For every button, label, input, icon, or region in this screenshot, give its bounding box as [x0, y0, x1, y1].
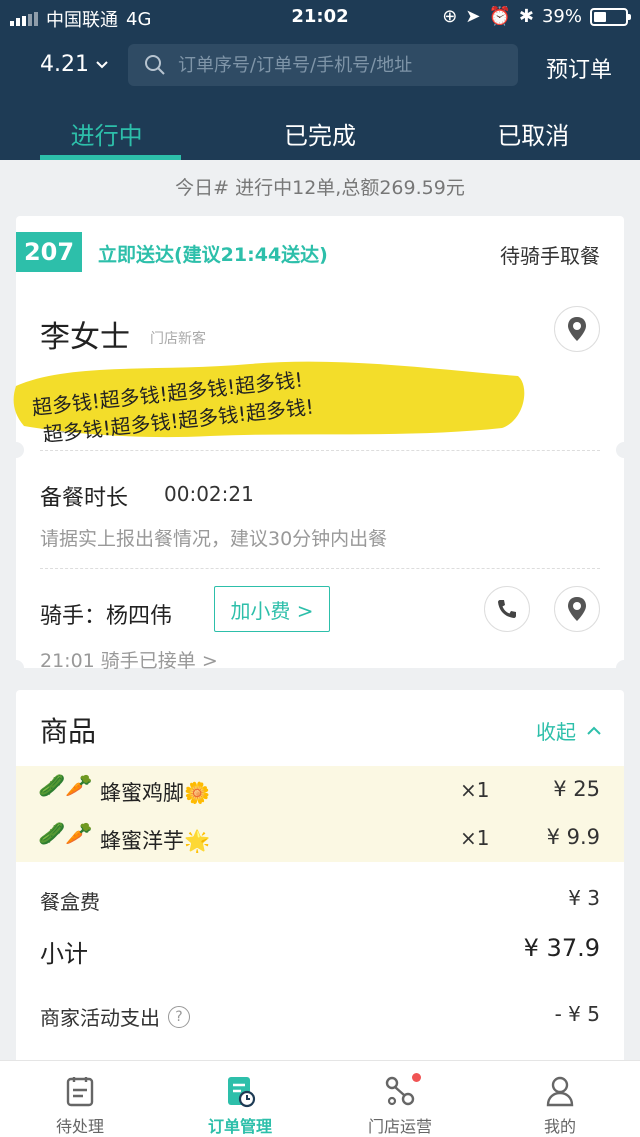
daily-summary: 今日# 进行中12单,总额269.59元	[175, 177, 465, 199]
collapse-label: 收起	[536, 720, 576, 744]
item-qty: ×1	[460, 826, 490, 850]
card-notch-left	[8, 660, 24, 676]
battery-icon	[590, 7, 631, 26]
rider-status-link[interactable]: 21:01 骑手已接单 >	[40, 646, 218, 673]
box-fee-value: ¥ 3	[568, 886, 600, 910]
goods-card: 商品 收起 🥒🥕 蜂蜜鸡脚🌼 ×1 ¥ 25 🥒🥕 蜂蜜洋芋🌟 ×1 ¥ 9.9…	[16, 690, 624, 1070]
merchant-activity-label: 商家活动支出	[40, 1006, 160, 1030]
merchant-activity-row: 商家活动支出 ? - ¥ 5	[40, 996, 600, 1036]
bottom-nav-orders[interactable]: 订单管理	[160, 1061, 320, 1137]
battery-percent: 39%	[541, 6, 582, 27]
divider	[40, 450, 600, 451]
card-notch-right	[616, 442, 632, 458]
lock-rotation-icon: ⊕	[442, 6, 458, 27]
alarm-icon: ⏰	[488, 6, 511, 27]
subtotal-row: 小计 ¥ 37.9	[40, 928, 600, 968]
order-tabs: 进行中 已完成 已取消	[0, 98, 640, 160]
tab-in-progress[interactable]: 进行中	[0, 98, 213, 160]
rider-name: 骑手：杨四伟	[40, 604, 173, 629]
location-arrow-icon: ➤	[465, 6, 481, 27]
customer-location-button[interactable]	[554, 306, 600, 352]
add-tip-button[interactable]: 加小费 >	[214, 586, 330, 632]
list-item: 🥒🥕 蜂蜜鸡脚🌼 ×1 ¥ 25	[16, 766, 624, 814]
divider	[40, 568, 600, 569]
phone-icon	[498, 600, 516, 618]
item-emoji: 🥒🥕	[38, 822, 93, 847]
nav-bar: 4.21 预订单	[0, 34, 640, 98]
order-number: 207	[16, 232, 82, 272]
bottom-nav-store[interactable]: 门店运营	[320, 1061, 480, 1137]
notification-dot	[412, 1073, 421, 1082]
bottom-nav-label: 待处理	[55, 1117, 104, 1136]
item-emoji: 🥒🥕	[38, 774, 93, 799]
search-icon	[145, 55, 165, 75]
order-status: 待骑手取餐	[500, 244, 600, 268]
item-name: 蜂蜜鸡脚🌼	[100, 781, 211, 805]
card-notch-left	[8, 442, 24, 458]
bottom-nav-label: 我的	[543, 1117, 576, 1136]
item-name: 蜂蜜洋芋🌟	[100, 829, 211, 853]
bottom-nav-label: 门店运营	[367, 1117, 432, 1136]
prep-timer: 00:02:21	[164, 482, 254, 506]
preorder-button[interactable]: 预订单	[546, 52, 612, 84]
bottom-nav-pending[interactable]: 待处理	[0, 1061, 160, 1137]
customer-tag: 门店新客	[150, 331, 206, 347]
item-price: ¥ 9.9	[546, 825, 600, 849]
subtotal-value: ¥ 37.9	[523, 934, 600, 962]
status-bar: 中国联通 4G 21:02 ⊕ ➤ ⏰ ✱ 39%	[0, 0, 640, 34]
box-fee-label: 餐盒费	[40, 890, 100, 914]
subtotal-label: 小计	[40, 940, 88, 968]
call-rider-button[interactable]	[484, 586, 530, 632]
order-card[interactable]: 207 立即送达(建议21:44送达) 待骑手取餐 李女士 门店新客 中晟·财富…	[8, 216, 632, 676]
prep-hint: 请据实上报出餐情况，建议30分钟内出餐	[40, 528, 388, 550]
order-list-icon	[228, 1077, 256, 1108]
delivery-type: 立即送达(建议21:44送达)	[98, 244, 328, 266]
collapse-button[interactable]: 收起	[536, 716, 602, 745]
money-sticker: 超多钱!超多钱!超多钱!超多钱! 超多钱!超多钱!超多钱!超多钱!	[13, 361, 525, 442]
rider-location-button[interactable]	[554, 586, 600, 632]
tab-completed[interactable]: 已完成	[213, 98, 426, 160]
chevron-up-icon	[587, 726, 601, 735]
tab-cancelled[interactable]: 已取消	[427, 98, 640, 160]
search-input[interactable]	[178, 54, 498, 76]
item-price: ¥ 25	[553, 777, 600, 801]
location-pin-icon	[568, 317, 586, 341]
bottom-nav-me[interactable]: 我的	[480, 1061, 640, 1137]
box-fee-row: 餐盒费 ¥ 3	[40, 880, 600, 920]
bottom-nav-label: 订单管理	[207, 1117, 272, 1136]
date-picker[interactable]: 4.21	[40, 52, 109, 77]
clipboard-icon	[66, 1077, 94, 1107]
help-icon[interactable]: ?	[168, 1005, 190, 1028]
search-box[interactable]	[128, 44, 518, 86]
goods-list: 🥒🥕 蜂蜜鸡脚🌼 ×1 ¥ 25 🥒🥕 蜂蜜洋芋🌟 ×1 ¥ 9.9	[16, 766, 624, 862]
list-item: 🥒🥕 蜂蜜洋芋🌟 ×1 ¥ 9.9	[16, 814, 624, 862]
goods-title: 商品	[40, 715, 97, 748]
prep-label: 备餐时长	[40, 486, 129, 511]
card-notch-right	[616, 660, 632, 676]
bluetooth-icon: ✱	[518, 6, 534, 27]
chevron-down-icon	[96, 60, 108, 68]
location-pin-icon	[568, 597, 586, 621]
user-icon	[546, 1076, 574, 1107]
merchant-activity-value: - ¥ 5	[554, 1002, 600, 1026]
bottom-nav: 待处理 订单管理 门店运营 我的	[0, 1060, 640, 1137]
date-label: 4.21	[40, 52, 89, 77]
item-qty: ×1	[460, 778, 490, 802]
